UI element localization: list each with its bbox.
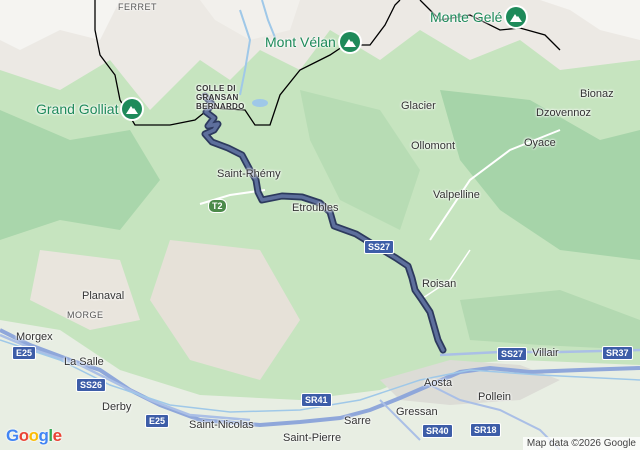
mountain-icon bbox=[122, 99, 143, 119]
place-label: Sarre bbox=[344, 415, 371, 427]
road-shield: SR18 bbox=[470, 423, 501, 437]
place-label: La Salle bbox=[64, 356, 104, 368]
peak-monte-gele[interactable]: Monte Gelé bbox=[430, 7, 527, 27]
place-label: Pollein bbox=[478, 391, 512, 403]
place-label: Glacier bbox=[401, 100, 436, 112]
pass-label: COLLE DI GRANSAN BERNARDO bbox=[196, 84, 245, 111]
mountain-icon bbox=[339, 32, 360, 52]
place-label: Villair bbox=[532, 347, 559, 359]
road-shield: T2 bbox=[208, 199, 227, 213]
place-label: Roisan bbox=[422, 278, 457, 290]
pass-label-line: GRAN bbox=[196, 93, 221, 102]
road-shield: SS26 bbox=[76, 378, 107, 392]
place-label: Dzovennoz bbox=[536, 107, 592, 119]
place-label: Saint-Rhémy bbox=[217, 168, 281, 180]
place-label: Oyace bbox=[524, 137, 556, 149]
place-label: Saint-Nicolas bbox=[189, 419, 254, 431]
mountain-icon bbox=[506, 7, 527, 27]
peak-mont-velan[interactable]: Mont Vélan bbox=[265, 32, 360, 52]
place-label: Aosta bbox=[424, 377, 453, 389]
peak-label: Grand Golliat bbox=[36, 101, 119, 117]
place-label: Derby bbox=[102, 401, 132, 413]
peak-label: Monte Gelé bbox=[430, 9, 503, 25]
place-label: Gressan bbox=[396, 406, 438, 418]
road-shield: SR41 bbox=[301, 393, 332, 407]
road-shield: SS27 bbox=[497, 347, 528, 361]
road-shield: SR37 bbox=[602, 346, 633, 360]
google-logo[interactable]: Google bbox=[6, 426, 62, 446]
pass-label-line: SAN bbox=[220, 93, 239, 102]
road-shield: SS27 bbox=[364, 240, 395, 254]
place-label: Valpelline bbox=[433, 189, 480, 201]
place-label: FERRET bbox=[118, 2, 157, 12]
pass-label-line: BERNARDO bbox=[196, 102, 245, 111]
map-attribution[interactable]: Map data ©2026 Google bbox=[522, 437, 640, 450]
place-label: Etroubles bbox=[292, 202, 339, 214]
road-shield: SR40 bbox=[422, 424, 453, 438]
place-label: MORGE bbox=[67, 310, 104, 320]
place-label: Bionaz bbox=[580, 88, 614, 100]
road-shield: E25 bbox=[145, 414, 170, 428]
place-label: Morgex bbox=[16, 331, 53, 343]
peak-grand-golliat[interactable]: Grand Golliat bbox=[36, 99, 143, 119]
place-label: Planaval bbox=[82, 290, 125, 302]
peak-label: Mont Vélan bbox=[265, 34, 336, 50]
place-label: Saint-Pierre bbox=[283, 432, 342, 444]
map-canvas[interactable]: Grand Golliat Mont Vélan Monte Gelé COLL… bbox=[0, 0, 640, 450]
pass-label-line: COLLE DI bbox=[196, 84, 236, 93]
road-shield: E25 bbox=[12, 346, 37, 360]
place-label: Ollomont bbox=[411, 140, 456, 152]
